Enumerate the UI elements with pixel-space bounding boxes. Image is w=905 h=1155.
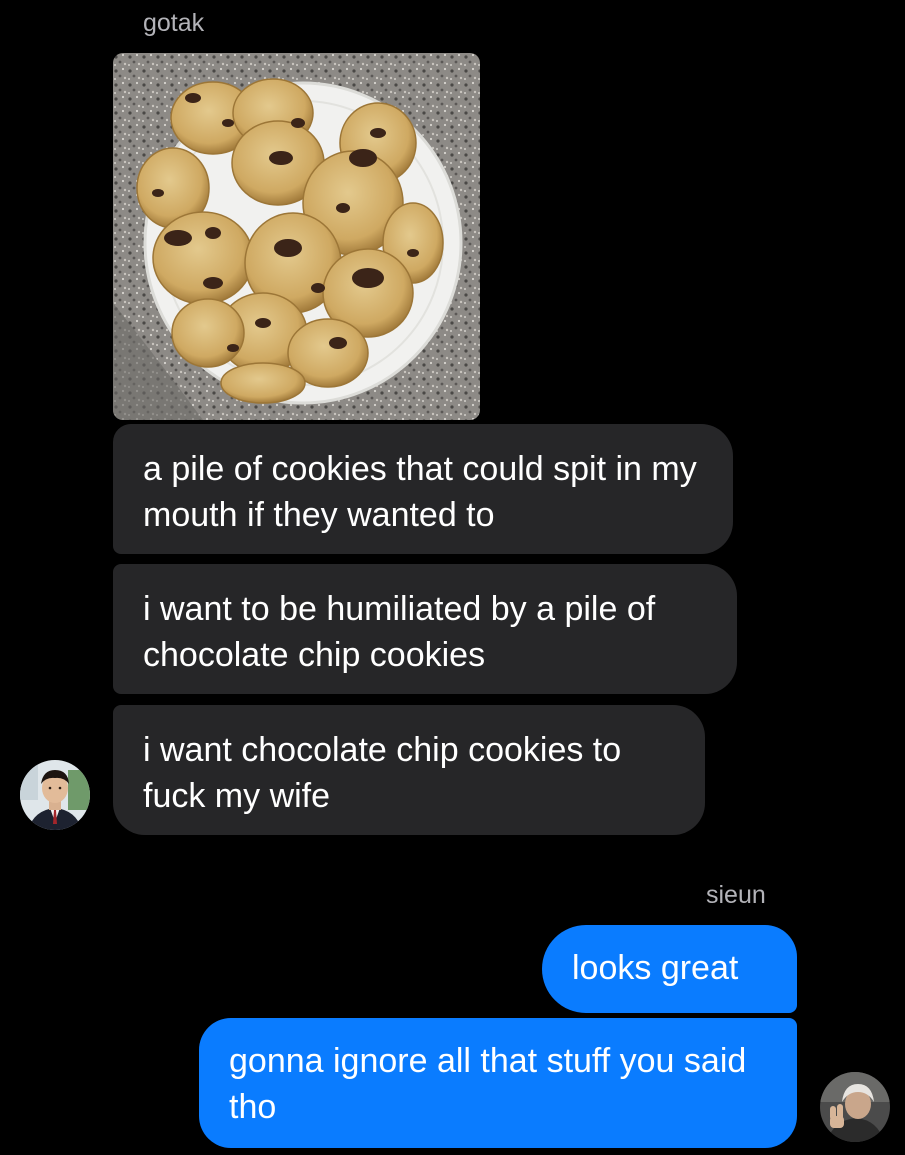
message-bubble-incoming-3[interactable]: i want chocolate chip cookies to fuck my… bbox=[113, 705, 705, 835]
profile-photo-sieun-icon bbox=[820, 1072, 890, 1142]
message-bubble-incoming-2[interactable]: i want to be humiliated by a pile of cho… bbox=[113, 564, 737, 694]
cookies-photo-message[interactable] bbox=[113, 53, 480, 420]
message-bubble-outgoing-1[interactable]: looks great bbox=[542, 925, 797, 1013]
avatar-gotak[interactable] bbox=[20, 760, 90, 830]
profile-photo-gotak-icon bbox=[20, 760, 90, 830]
message-bubble-incoming-1[interactable]: a pile of cookies that could spit in my … bbox=[113, 424, 733, 554]
cookies-photo bbox=[113, 53, 480, 420]
message-bubble-outgoing-2[interactable]: gonna ignore all that stuff you said tho bbox=[199, 1018, 797, 1148]
sender-name-gotak: gotak bbox=[143, 9, 205, 37]
sender-name-sieun: sieun bbox=[706, 881, 766, 909]
avatar-sieun[interactable] bbox=[820, 1072, 890, 1142]
